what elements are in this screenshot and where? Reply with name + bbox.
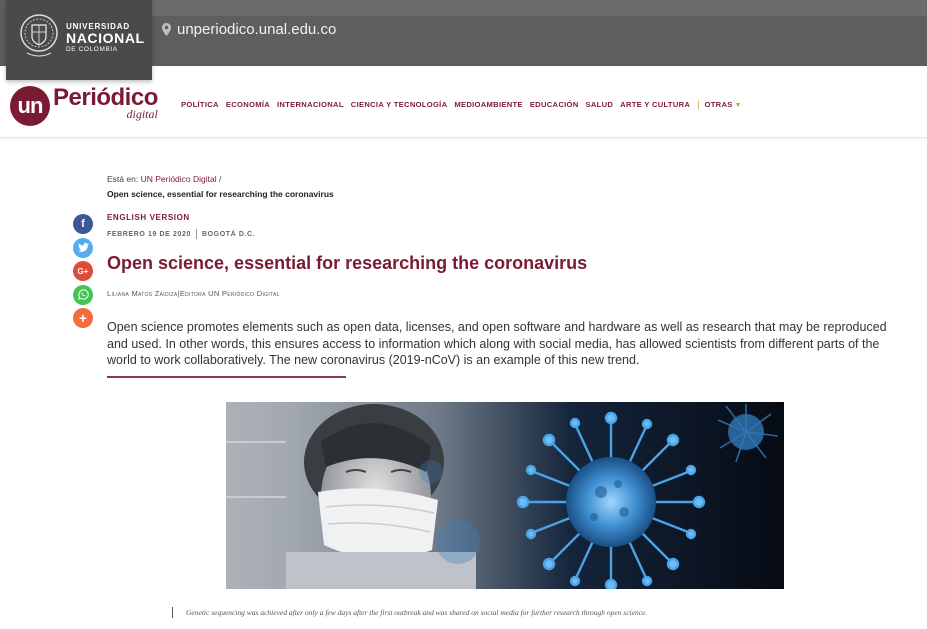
nav-item-salud[interactable]: SALUD [586,100,614,109]
nav-item-ciencia[interactable]: CIENCIA Y TECNOLOGÍA [351,100,448,109]
brand-text: Periódico digital [53,86,158,121]
unal-logo[interactable]: UNIVERSIDAD NACIONAL DE COLOMBIA [6,0,152,80]
social-share-bar: f G+ + [73,214,93,332]
breadcrumb-home-link[interactable]: UN Periódico Digital [141,174,217,184]
breadcrumb-prefix: Está en: [107,174,139,184]
lead-divider [107,376,346,378]
facebook-icon[interactable]: f [73,214,93,234]
nav-item-arte[interactable]: ARTE Y CULTURA [620,100,690,109]
main-nav: POLÍTICA ECONOMÍA INTERNACIONAL CIENCIA … [181,99,749,109]
whatsapp-glyph [77,289,89,300]
nav-item-internacional[interactable]: INTERNACIONAL [277,100,344,109]
coronavirus-illustration [226,402,784,589]
chevron-down-icon: ▼ [734,101,742,109]
plus-icon[interactable]: + [73,308,93,328]
university-name-line2: NACIONAL [66,30,145,46]
meta-divider [195,229,197,239]
article-lead: Open science promotes elements such as o… [107,320,887,367]
breadcrumb-separator: / [219,174,222,184]
site-url-text: unperiodico.unal.edu.co [177,21,337,38]
nav-item-medioambiente[interactable]: MEDIOAMBIENTE [454,100,522,109]
periodico-logo[interactable]: un Periódico digital [10,86,158,126]
caption-bar [172,607,173,618]
nav-item-otras[interactable]: OTRAS ▼ [705,100,742,109]
whatsapp-icon[interactable] [73,284,93,305]
twitter-bird-glyph [77,243,89,252]
nav-item-otras-label: OTRAS [704,99,733,109]
article-meta: FEBRERO 19 DE 2020 BOGOTÁ D.C. [107,229,255,239]
article-image[interactable] [226,402,784,589]
google-plus-icon[interactable]: G+ [73,261,93,281]
article-author: Liliana Matos Zaidiza|Editora UN Periódi… [107,289,280,298]
nav-item-economia[interactable]: ECONOMÍA [226,100,270,109]
nav-item-educacion[interactable]: EDUCACIÓN [530,100,579,109]
article-title: Open science, essential for researching … [107,253,588,273]
university-name-line3: DE COLOMBIA [66,46,118,53]
nav-divider: | [697,99,700,109]
nav-item-politica[interactable]: POLÍTICA [181,100,219,109]
un-logo-circle: un [10,86,50,126]
site-url[interactable]: unperiodico.unal.edu.co [162,21,336,38]
author-role: Editora UN Periódico Digital [179,289,280,298]
university-name: UNIVERSIDAD NACIONAL DE COLOMBIA [66,22,145,53]
caption-text: Genetic sequencing was achieved after on… [186,608,648,617]
twitter-icon[interactable] [73,237,93,258]
image-caption: Genetic sequencing was achieved after on… [172,607,647,618]
author-name: Liliana Matos Zaidiza [107,289,178,298]
breadcrumb-current: Open science, essential for researching … [107,189,334,199]
location-pin-icon [162,23,171,36]
section-label[interactable]: ENGLISH VERSION [107,213,190,222]
article-place: BOGOTÁ D.C. [201,230,256,238]
breadcrumb: Está en: UN Periódico Digital / [107,174,221,184]
top-bar-strip [152,0,927,16]
article-date: FEBRERO 19 DE 2020 [107,230,191,238]
university-seal-icon [20,14,58,57]
